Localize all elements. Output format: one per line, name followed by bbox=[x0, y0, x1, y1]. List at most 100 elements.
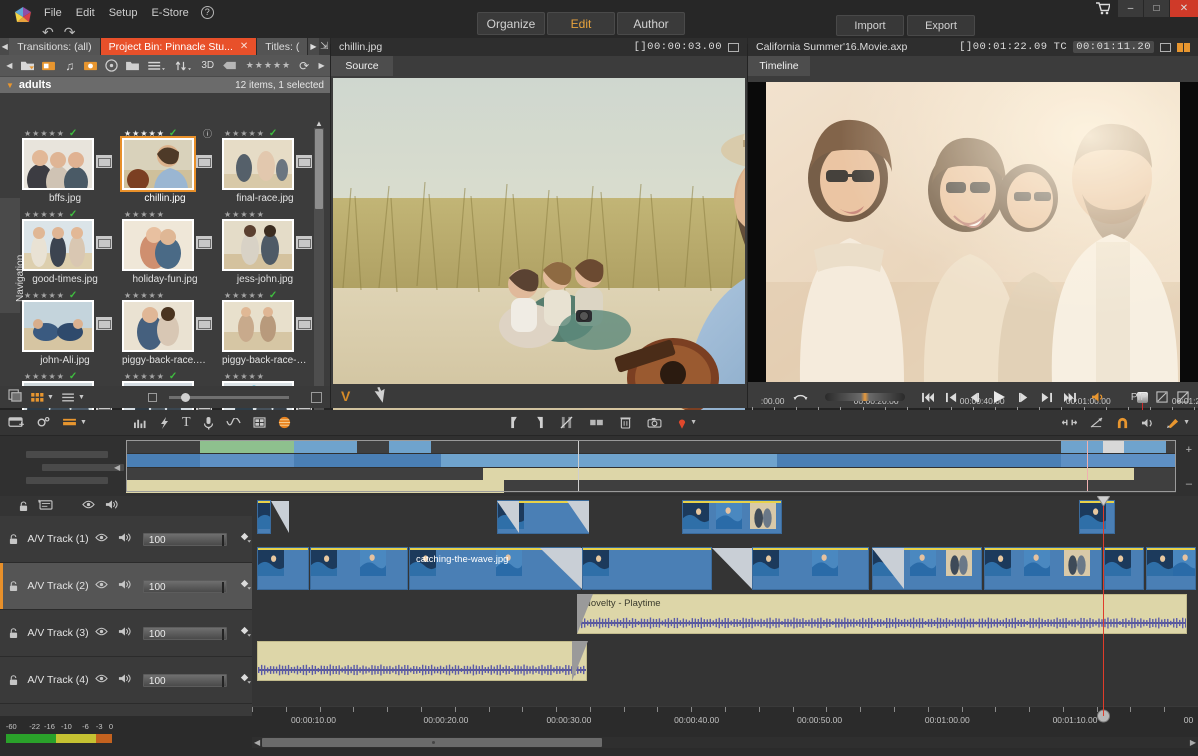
track-volume-slider[interactable]: 100 bbox=[143, 580, 227, 593]
star-icon[interactable]: ★ bbox=[124, 129, 131, 138]
timeline-hscrollbar[interactable]: ◀ ▶ bbox=[252, 737, 1198, 748]
star-icon[interactable]: ★ bbox=[32, 372, 39, 381]
timeline-clip[interactable] bbox=[682, 500, 782, 534]
timeline-clip[interactable] bbox=[310, 547, 408, 590]
help-icon[interactable]: ? bbox=[201, 6, 214, 19]
track-speaker-icon[interactable] bbox=[118, 673, 131, 687]
curve-icon[interactable] bbox=[226, 413, 241, 433]
play-icon[interactable] bbox=[992, 390, 1006, 404]
item-thumbnail[interactable] bbox=[22, 138, 94, 190]
star-icon[interactable]: ★ bbox=[149, 291, 156, 300]
track-keyframe-icon[interactable] bbox=[239, 578, 252, 594]
item-rating[interactable]: ★★★★★✓ bbox=[22, 209, 112, 219]
item-thumbnail[interactable] bbox=[222, 219, 294, 271]
timeline-clip[interactable] bbox=[582, 547, 712, 590]
track-header-row[interactable]: A/V Track (3)100 bbox=[0, 610, 252, 657]
audio-fade-handle[interactable] bbox=[577, 594, 593, 634]
item-thumbnail[interactable] bbox=[122, 300, 194, 352]
star-icon[interactable]: ★ bbox=[57, 210, 64, 219]
scrub-audio-icon[interactable] bbox=[1141, 413, 1154, 433]
export-button[interactable]: Export bbox=[907, 15, 975, 36]
item-rating[interactable]: ★★★★★✓ⓘ bbox=[122, 128, 212, 138]
track-header-row[interactable]: A/V Track (1)100 bbox=[0, 516, 252, 563]
track-volume-slider[interactable]: 100 bbox=[143, 533, 227, 546]
jog-wheel[interactable] bbox=[825, 393, 905, 401]
star-icon[interactable]: ★ bbox=[249, 291, 256, 300]
tabs-prev-icon[interactable]: ◀ bbox=[0, 38, 9, 55]
timeline-tracks[interactable]: catching-the-wave.jpgNovelty - Playtime bbox=[252, 496, 1198, 716]
star-icon[interactable]: ★ bbox=[232, 291, 239, 300]
star-icon[interactable]: ★ bbox=[249, 372, 256, 381]
snapshot-icon[interactable] bbox=[647, 413, 662, 433]
star-icon[interactable]: ★ bbox=[240, 291, 247, 300]
timeline-clip[interactable] bbox=[1104, 547, 1144, 590]
overview-tracks[interactable] bbox=[126, 440, 1176, 492]
star-icon[interactable]: ★ bbox=[140, 129, 147, 138]
close-button[interactable]: ✕ bbox=[1170, 0, 1198, 17]
scroll-left-icon[interactable]: ◀ bbox=[254, 738, 260, 747]
volume-handle[interactable] bbox=[222, 676, 224, 687]
item-rating[interactable]: ★★★★★ bbox=[122, 290, 212, 300]
star-icon[interactable]: ★ bbox=[264, 60, 272, 71]
disc-icon[interactable] bbox=[103, 57, 121, 75]
settings-icon[interactable] bbox=[36, 413, 50, 433]
star-icon[interactable]: ★ bbox=[24, 291, 31, 300]
star-icon[interactable]: ★ bbox=[40, 129, 47, 138]
star-icon[interactable]: ★ bbox=[255, 60, 263, 71]
star-icon[interactable]: ★ bbox=[24, 210, 31, 219]
item-thumbnail[interactable] bbox=[22, 300, 94, 352]
track-volume-slider[interactable]: 100 bbox=[143, 627, 227, 640]
volume-handle[interactable] bbox=[222, 629, 224, 640]
trim-mode-icon[interactable] bbox=[1061, 413, 1078, 433]
item-thumbnail[interactable] bbox=[222, 300, 294, 352]
tab-titles[interactable]: Titles: ( bbox=[257, 38, 307, 55]
music-icon[interactable]: ♫ bbox=[61, 57, 79, 75]
clip-transition[interactable] bbox=[271, 501, 289, 533]
star-icon[interactable]: ★ bbox=[49, 129, 56, 138]
clip-transition[interactable] bbox=[712, 548, 752, 589]
star-icon[interactable]: ★ bbox=[224, 372, 231, 381]
folder-icon[interactable] bbox=[124, 57, 142, 75]
prev-clip-icon[interactable] bbox=[945, 392, 958, 403]
item-thumbnail[interactable] bbox=[122, 219, 194, 271]
fx-icon[interactable] bbox=[159, 413, 170, 433]
star-icon[interactable]: ★ bbox=[57, 129, 64, 138]
dual-view-icon[interactable] bbox=[1177, 43, 1190, 52]
track-lock-icon[interactable] bbox=[0, 628, 27, 639]
library-item[interactable]: ★★★★★✓final-race.jpg bbox=[222, 128, 312, 204]
track-speaker-icon[interactable] bbox=[118, 532, 131, 546]
folder-badge-icon[interactable] bbox=[296, 236, 312, 249]
menu-item-setup[interactable]: Setup bbox=[103, 6, 144, 20]
loop-icon[interactable] bbox=[792, 391, 809, 403]
overview-playhead[interactable] bbox=[1087, 440, 1088, 492]
magnet-icon[interactable] bbox=[1116, 413, 1129, 433]
marker-icon[interactable]: ▼ bbox=[678, 413, 697, 433]
folder-badge-icon[interactable] bbox=[296, 155, 312, 168]
crop-icon[interactable] bbox=[1156, 391, 1168, 403]
skip-end-icon[interactable] bbox=[1062, 392, 1077, 403]
folder-badge-icon[interactable] bbox=[296, 317, 312, 330]
star-icon[interactable]: ★ bbox=[257, 129, 264, 138]
pointer-icon[interactable] bbox=[372, 387, 386, 406]
new-track-icon[interactable] bbox=[8, 413, 24, 433]
track-height-icon[interactable]: ▼ bbox=[62, 413, 87, 433]
overview-collapse-icon[interactable]: ◀ bbox=[114, 460, 122, 474]
large-thumb-icon[interactable] bbox=[311, 392, 322, 403]
folder-badge-icon[interactable] bbox=[96, 236, 112, 249]
library-scrollbar[interactable]: ▲ ▼ bbox=[314, 128, 324, 411]
star-icon[interactable]: ★ bbox=[132, 372, 139, 381]
star-icon[interactable]: ★ bbox=[273, 60, 281, 71]
clip-transition[interactable] bbox=[872, 548, 904, 589]
expand-icon[interactable] bbox=[1160, 43, 1171, 52]
chevron-down-icon[interactable]: ▼ bbox=[78, 394, 85, 401]
star-icon[interactable]: ★ bbox=[140, 291, 147, 300]
import-button[interactable]: Import bbox=[836, 15, 904, 36]
item-thumbnail[interactable] bbox=[22, 219, 94, 271]
add-media-icon[interactable] bbox=[19, 57, 37, 75]
item-rating[interactable]: ★★★★★ bbox=[222, 209, 312, 219]
title-icon[interactable]: T bbox=[182, 413, 191, 433]
main-menu[interactable]: File Edit Setup E-Store ? bbox=[38, 4, 214, 21]
storyboard-icon[interactable] bbox=[253, 413, 266, 433]
star-icon[interactable]: ★ bbox=[257, 210, 264, 219]
track-keyframe-icon[interactable] bbox=[239, 672, 252, 688]
